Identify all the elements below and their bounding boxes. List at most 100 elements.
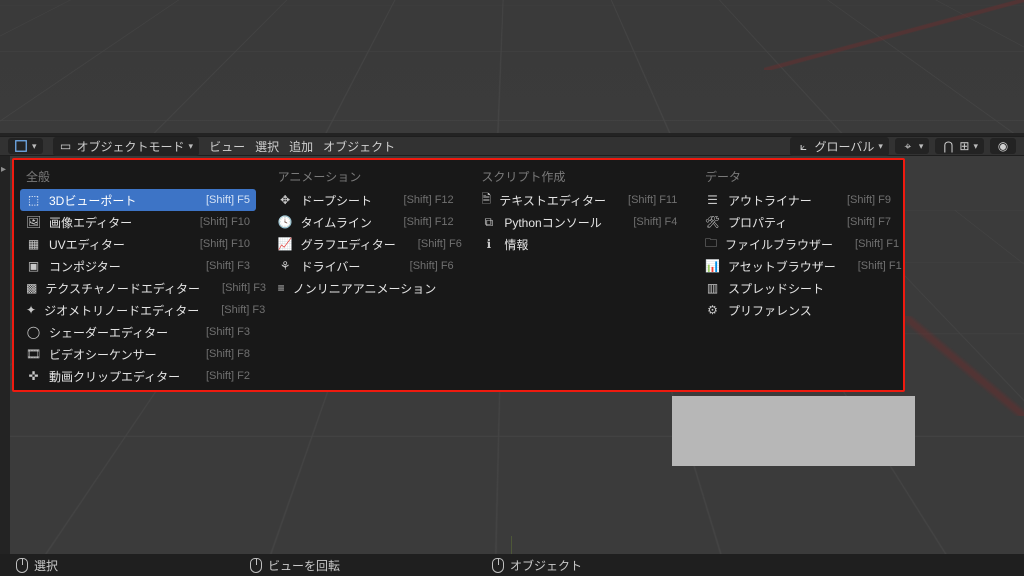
menu-item-label: コンポジター — [49, 258, 184, 275]
menu-item-label: プリファレンス — [728, 302, 869, 319]
menu-item-label: ノンリニアアニメーション — [293, 280, 437, 297]
menu-item-shortcut: [Shift] F2 — [206, 370, 250, 382]
editor-type-dropdown[interactable]: ▾ — [8, 138, 43, 154]
menu-item-nla[interactable]: ≡ ノンリニアアニメーション — [272, 277, 460, 299]
column-heading-scripting: スクリプト作成 — [475, 166, 683, 189]
snap-dropdown[interactable]: ⋂ ⊞ ▾ — [935, 138, 984, 154]
menu-object[interactable]: オブジェクト — [323, 138, 395, 155]
menu-item-preferences[interactable]: ⚙ プリファレンス — [699, 299, 897, 321]
menu-item-shortcut: [Shift] F8 — [206, 348, 250, 360]
video-sequencer-icon: 🎞 — [26, 347, 41, 362]
menu-item-shader-editor[interactable]: ◯シェーダーエディター[Shift] F3 — [20, 321, 256, 343]
movie-clip-icon: ✜ — [26, 369, 41, 384]
menu-item-texture-node[interactable]: ▩テクスチャノードエディター[Shift] F3 — [20, 277, 256, 299]
menu-item-geometry-node[interactable]: ✦ジオメトリノードエディター[Shift] F3 — [20, 299, 256, 321]
column-scripting: スクリプト作成 🗎テキストエディター[Shift] F11 ⧉ Pythonコンソー… — [469, 164, 689, 386]
menu-view[interactable]: ビュー — [209, 138, 245, 155]
shader-editor-icon: ◯ — [26, 325, 41, 340]
pivot-icon: ⌖ — [901, 139, 915, 153]
pivot-dropdown[interactable]: ⌖▾ — [895, 138, 930, 154]
menu-item-video-sequencer[interactable]: 🎞 ビデオシーケンサー [Shift] F8 — [20, 343, 256, 365]
column-heading-animation: アニメーション — [272, 166, 460, 189]
menu-item-label: ビデオシーケンサー — [49, 346, 184, 363]
menu-item-label: 動画クリップエディター — [49, 368, 184, 385]
axis-x-line — [764, 0, 1024, 70]
axis-x-line-2 — [904, 316, 1024, 416]
viewport-gutter — [0, 156, 10, 554]
menu-item-drivers[interactable]: ⚘ドライバー[Shift] F6 — [272, 255, 460, 277]
viewport-3d-icon — [14, 139, 28, 153]
column-heading-general: 全般 — [20, 166, 256, 189]
viewport-3d-top[interactable] — [0, 0, 1024, 133]
menu-item-shortcut: [Shift] F3 — [222, 282, 266, 294]
menu-item-properties[interactable]: 🛠プロパティ[Shift] F7 — [699, 211, 897, 233]
menu-item-label: ジオメトリノードエディター — [44, 302, 199, 319]
menu-item-outliner[interactable]: ☰アウトライナー[Shift] F9 — [699, 189, 897, 211]
mode-label: オブジェクトモード — [77, 138, 185, 155]
menu-item-label: プロパティ — [728, 214, 825, 231]
menu-item-uv-editor[interactable]: ▦ UVエディター [Shift] F10 — [20, 233, 256, 255]
column-data: データ ☰アウトライナー[Shift] F9🛠プロパティ[Shift] F7🗀フ… — [693, 164, 903, 386]
nla-icon: ≡ — [278, 281, 285, 296]
menu-item-shortcut: [Shift] F10 — [200, 216, 250, 228]
menu-item-shortcut: [Shift] F6 — [410, 260, 454, 272]
menu-item-dope-sheet[interactable]: ✥ドープシート[Shift] F12 — [272, 189, 460, 211]
status-rotate-label: ビューを回転 — [268, 557, 340, 574]
menu-item-label: アウトライナー — [728, 192, 825, 209]
outliner-icon: ☰ — [705, 193, 720, 208]
preferences-icon: ⚙ — [705, 303, 720, 318]
spreadsheet-icon: ▥ — [705, 281, 720, 296]
selected-cube-object[interactable] — [672, 396, 915, 466]
menu-item-shortcut: [Shift] F12 — [404, 216, 454, 228]
menu-item-image-editor[interactable]: 🖼画像エディター[Shift] F10 — [20, 211, 256, 233]
menu-select[interactable]: 選択 — [255, 138, 279, 155]
menu-item-shortcut: [Shift] F3 — [206, 260, 250, 272]
status-select: 選択 — [16, 557, 58, 574]
dope-sheet-icon: ✥ — [278, 193, 293, 208]
expand-toolbar-icon[interactable]: ▸ — [1, 164, 6, 175]
uv-editor-icon: ▦ — [26, 237, 41, 252]
column-animation: アニメーション ✥ドープシート[Shift] F12🕓タイムライン[Shift]… — [266, 164, 466, 386]
graph-editor-icon: 📈 — [278, 237, 293, 252]
menu-item-label: Pythonコンソール — [504, 214, 611, 231]
menu-item-label: スプレッドシート — [728, 280, 869, 297]
mouse-right-icon — [492, 558, 504, 573]
menu-item-label: ドライバー — [301, 258, 388, 275]
editor-type-menu: 全般 ⬚3Dビューポート[Shift] F5🖼画像エディター[Shift] F1… — [12, 158, 905, 392]
menu-item-shortcut: [Shift] F1 — [855, 238, 899, 250]
menu-item-shortcut: [Shift] F10 — [200, 238, 250, 250]
menu-item-text-editor[interactable]: 🗎テキストエディター[Shift] F11 — [475, 189, 683, 211]
transform-orientation-dropdown[interactable]: ⟀ グローバル ▾ — [790, 137, 888, 156]
menu-item-label: グラフエディター — [301, 236, 396, 253]
menu-item-label: テクスチャノードエディター — [45, 280, 200, 297]
menu-item-compositor[interactable]: ▣ コンポジター [Shift] F3 — [20, 255, 256, 277]
menu-item-label: UVエディター — [49, 236, 178, 253]
transform-label: グローバル — [814, 138, 874, 155]
column-heading-data: データ — [699, 166, 897, 189]
menu-add[interactable]: 追加 — [289, 138, 313, 155]
chevron-down-icon: ▾ — [973, 141, 978, 152]
menu-item-file-browser[interactable]: 🗀ファイルブラウザー[Shift] F1 — [699, 233, 897, 255]
menu-item-info[interactable]: ℹ情報 — [475, 233, 683, 255]
menu-item-viewport-3d[interactable]: ⬚3Dビューポート[Shift] F5 — [20, 189, 256, 211]
status-object-label: オブジェクト — [510, 557, 582, 574]
info-icon: ℹ — [481, 237, 496, 252]
proportional-edit-toggle[interactable]: ◉ — [990, 138, 1016, 154]
menu-item-label: 3Dビューポート — [49, 192, 184, 209]
chevron-down-icon: ▾ — [189, 141, 194, 152]
snap-label: ⊞ — [959, 139, 969, 153]
mode-dropdown[interactable]: ▭ オブジェクトモード ▾ — [53, 137, 200, 156]
mouse-middle-icon — [250, 558, 262, 573]
proportional-icon: ◉ — [996, 139, 1010, 153]
menu-item-python-console[interactable]: ⧉Pythonコンソール[Shift] F4 — [475, 211, 683, 233]
magnet-icon: ⋂ — [941, 139, 955, 153]
menu-item-spreadsheet[interactable]: ▥ スプレッドシート — [699, 277, 897, 299]
compositor-icon: ▣ — [26, 259, 41, 274]
menu-item-asset-browser[interactable]: 📊アセットブラウザー[Shift] F1 — [699, 255, 897, 277]
menu-item-movie-clip[interactable]: ✜ 動画クリップエディター [Shift] F2 — [20, 365, 256, 387]
image-editor-icon: 🖼 — [26, 215, 41, 230]
mouse-left-icon — [16, 558, 28, 573]
python-console-icon: ⧉ — [481, 215, 496, 230]
menu-item-timeline[interactable]: 🕓タイムライン[Shift] F12 — [272, 211, 460, 233]
menu-item-graph-editor[interactable]: 📈グラフエディター[Shift] F6 — [272, 233, 460, 255]
